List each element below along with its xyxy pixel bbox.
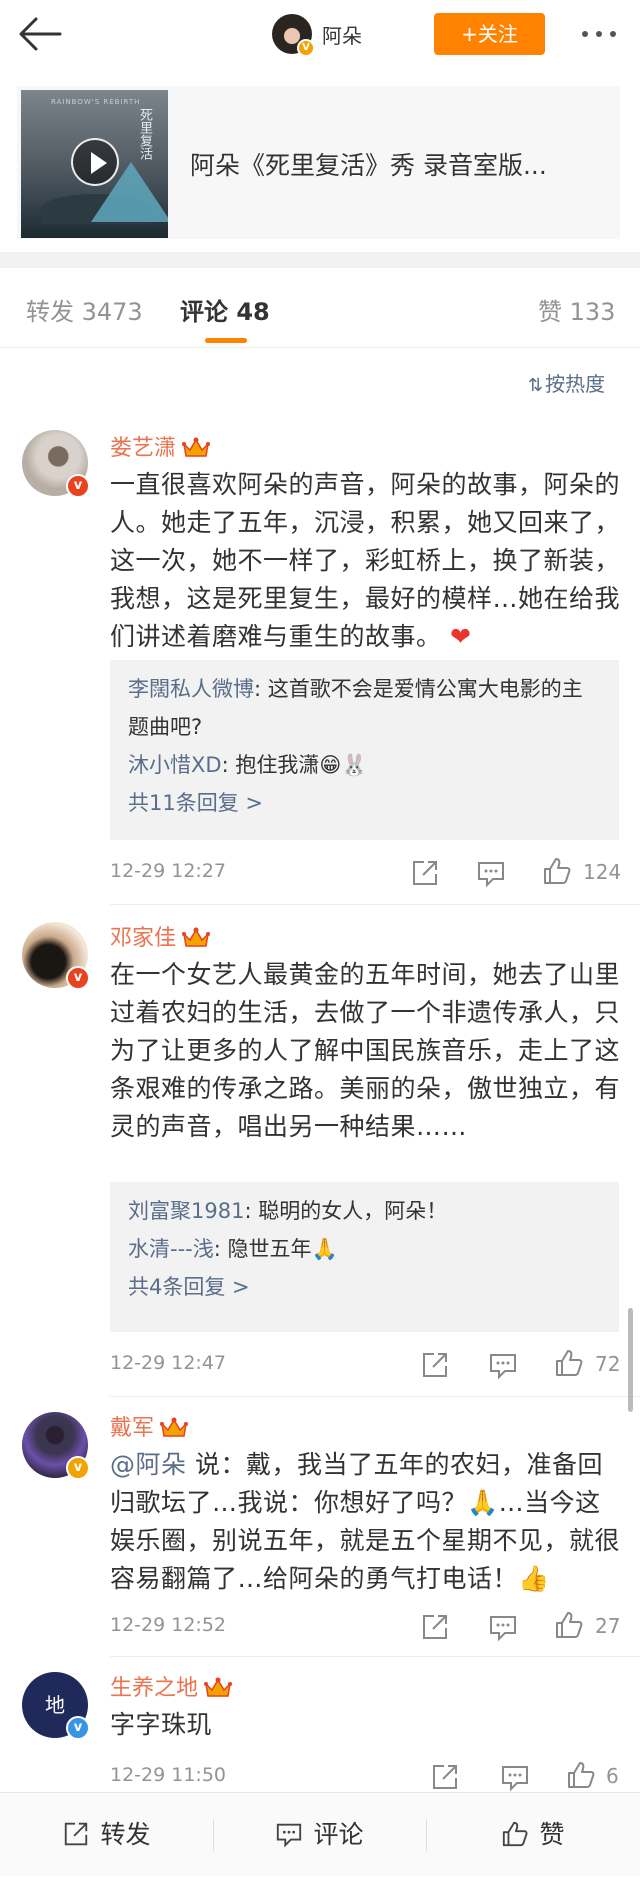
tab-bar: 转发 3473 评论 48 赞 133 [0,268,640,348]
share-icon[interactable] [430,1762,460,1792]
play-icon[interactable] [71,138,119,186]
avatar[interactable]: 地 v [22,1672,90,1740]
commenter-name[interactable]: 生养之地 [110,1670,233,1702]
comment-text: 字字珠玑 [110,1710,213,1739]
like-icon[interactable] [542,856,572,886]
comment-time: 12-29 12:52 [110,1614,227,1636]
crown-icon [160,1417,189,1437]
share-icon[interactable] [420,1612,450,1642]
comment-icon [277,1823,302,1848]
crown-icon [204,1677,233,1697]
comment-button[interactable]: 评论 [213,1793,426,1877]
scrollbar[interactable] [628,1308,633,1412]
reply-name[interactable]: 刘富聚1981 [128,1199,244,1223]
like-count: 6 [606,1764,619,1788]
like-count: 72 [595,1352,621,1376]
commenter-name[interactable]: 邓家佳 [110,920,211,952]
heart-icon: ❤ [449,622,472,651]
verified-badge-icon: v [66,474,90,498]
reply-item: 李闊私人微博: 这首歌不会是爱情公寓大电影的主题曲吧? [128,677,583,739]
sort-icon: ⇅ [528,375,544,396]
like-button[interactable]: 赞 [426,1793,640,1877]
reply-icon[interactable] [476,858,506,888]
like-count: 124 [583,860,622,884]
section-separator [0,252,640,268]
more-options-icon[interactable] [578,24,622,44]
verified-badge-icon: v [66,1716,90,1740]
reply-item: 水清---浅: 隐世五年🙏 [128,1237,338,1261]
divider [110,1656,640,1657]
like-icon[interactable] [566,1760,596,1790]
comment-text: 在一个女艺人最黄金的五年时间，她去了山里过着农妇的生活，去做了一个非遗传承人，只… [110,960,621,1141]
active-tab-indicator [205,338,247,343]
avatar[interactable]: v [22,430,90,498]
video-title[interactable]: 阿朵《死里复活》秀 录音室版... [190,146,547,182]
more-replies-link[interactable]: 共4条回复 > [128,1268,601,1306]
tab-reposts[interactable]: 转发 3473 [26,292,143,327]
reply-item: 刘富聚1981: 聪明的女人，阿朵！ [128,1199,448,1223]
divider [110,904,640,905]
like-icon[interactable] [554,1610,584,1640]
author-name[interactable]: 阿朵 [322,20,362,49]
mention-link[interactable]: @阿朵 [110,1450,187,1479]
follow-button[interactable]: +关注 [434,13,545,55]
comment-time: 12-29 11:50 [110,1764,227,1786]
reply-name[interactable]: 沐小惜XD [128,753,222,777]
divider [110,1396,640,1397]
sort-label: 按热度 [545,372,606,396]
reply-icon[interactable] [500,1762,530,1792]
repost-icon [65,1822,88,1846]
comment-time: 12-29 12:47 [110,1352,227,1374]
tab-likes[interactable]: 赞 133 [538,292,615,327]
commenter-name[interactable]: 娄艺潇 [110,430,211,462]
crown-icon [182,437,211,457]
repost-button[interactable]: 转发 [0,1793,213,1877]
reply-name[interactable]: 水清---浅 [128,1237,214,1261]
share-icon[interactable] [420,1350,450,1380]
like-icon[interactable] [554,1348,584,1378]
reply-icon[interactable] [488,1612,518,1642]
reply-name[interactable]: 李闊私人微博 [128,677,254,701]
reply-box[interactable]: 刘富聚1981: 聪明的女人，阿朵！ 水清---浅: 隐世五年🙏 共4条回复 > [110,1182,619,1332]
thumbnail-caption: RAINBOW'S REBIRTH [51,98,141,106]
like-count: 27 [595,1614,621,1638]
verified-badge-icon: v [66,1456,90,1480]
commenter-name[interactable]: 戴军 [110,1410,189,1442]
back-arrow-icon[interactable] [16,14,64,54]
sort-by-hot[interactable]: ⇅ 按热度 [528,368,605,397]
video-card[interactable]: RAINBOW'S REBIRTH 死里复活 阿朵《死里复活》秀 录音室版... [17,86,620,239]
top-bar: V 阿朵 +关注 [0,0,640,70]
more-replies-link[interactable]: 共11条回复 > [128,784,601,822]
reply-item: 沐小惜XD: 抱住我潇😁🐰 [128,753,368,777]
comment-text: 一直很喜欢阿朵的声音，阿朵的故事，阿朵的人。她走了五年，沉浸，积累，她又回来了，… [110,470,621,651]
comment-time: 12-29 12:27 [110,860,227,882]
tab-comments[interactable]: 评论 48 [180,292,270,327]
verified-badge-icon: V [297,39,315,57]
share-icon[interactable] [410,858,440,888]
crown-icon [182,927,211,947]
verified-badge-icon: v [66,966,90,990]
thumbnail-title: 死里复活 [137,108,152,160]
avatar[interactable]: v [22,1412,90,1480]
like-icon [503,1821,528,1847]
reply-box[interactable]: 李闊私人微博: 这首歌不会是爱情公寓大电影的主题曲吧? 沐小惜XD: 抱住我潇😁… [110,660,619,840]
reply-icon[interactable] [488,1350,518,1380]
video-thumbnail[interactable]: RAINBOW'S REBIRTH 死里复活 [21,90,168,238]
comment-text: @阿朵 说：戴，我当了五年的农妇，准备回归歌坛了…我说：你想好了吗？🙏…当今这娱… [110,1450,621,1593]
avatar[interactable]: v [22,922,90,990]
author-avatar[interactable]: V [272,14,315,57]
avatar-text: 地 [45,1693,65,1717]
bottom-action-bar: 转发 评论 赞 [0,1792,640,1876]
